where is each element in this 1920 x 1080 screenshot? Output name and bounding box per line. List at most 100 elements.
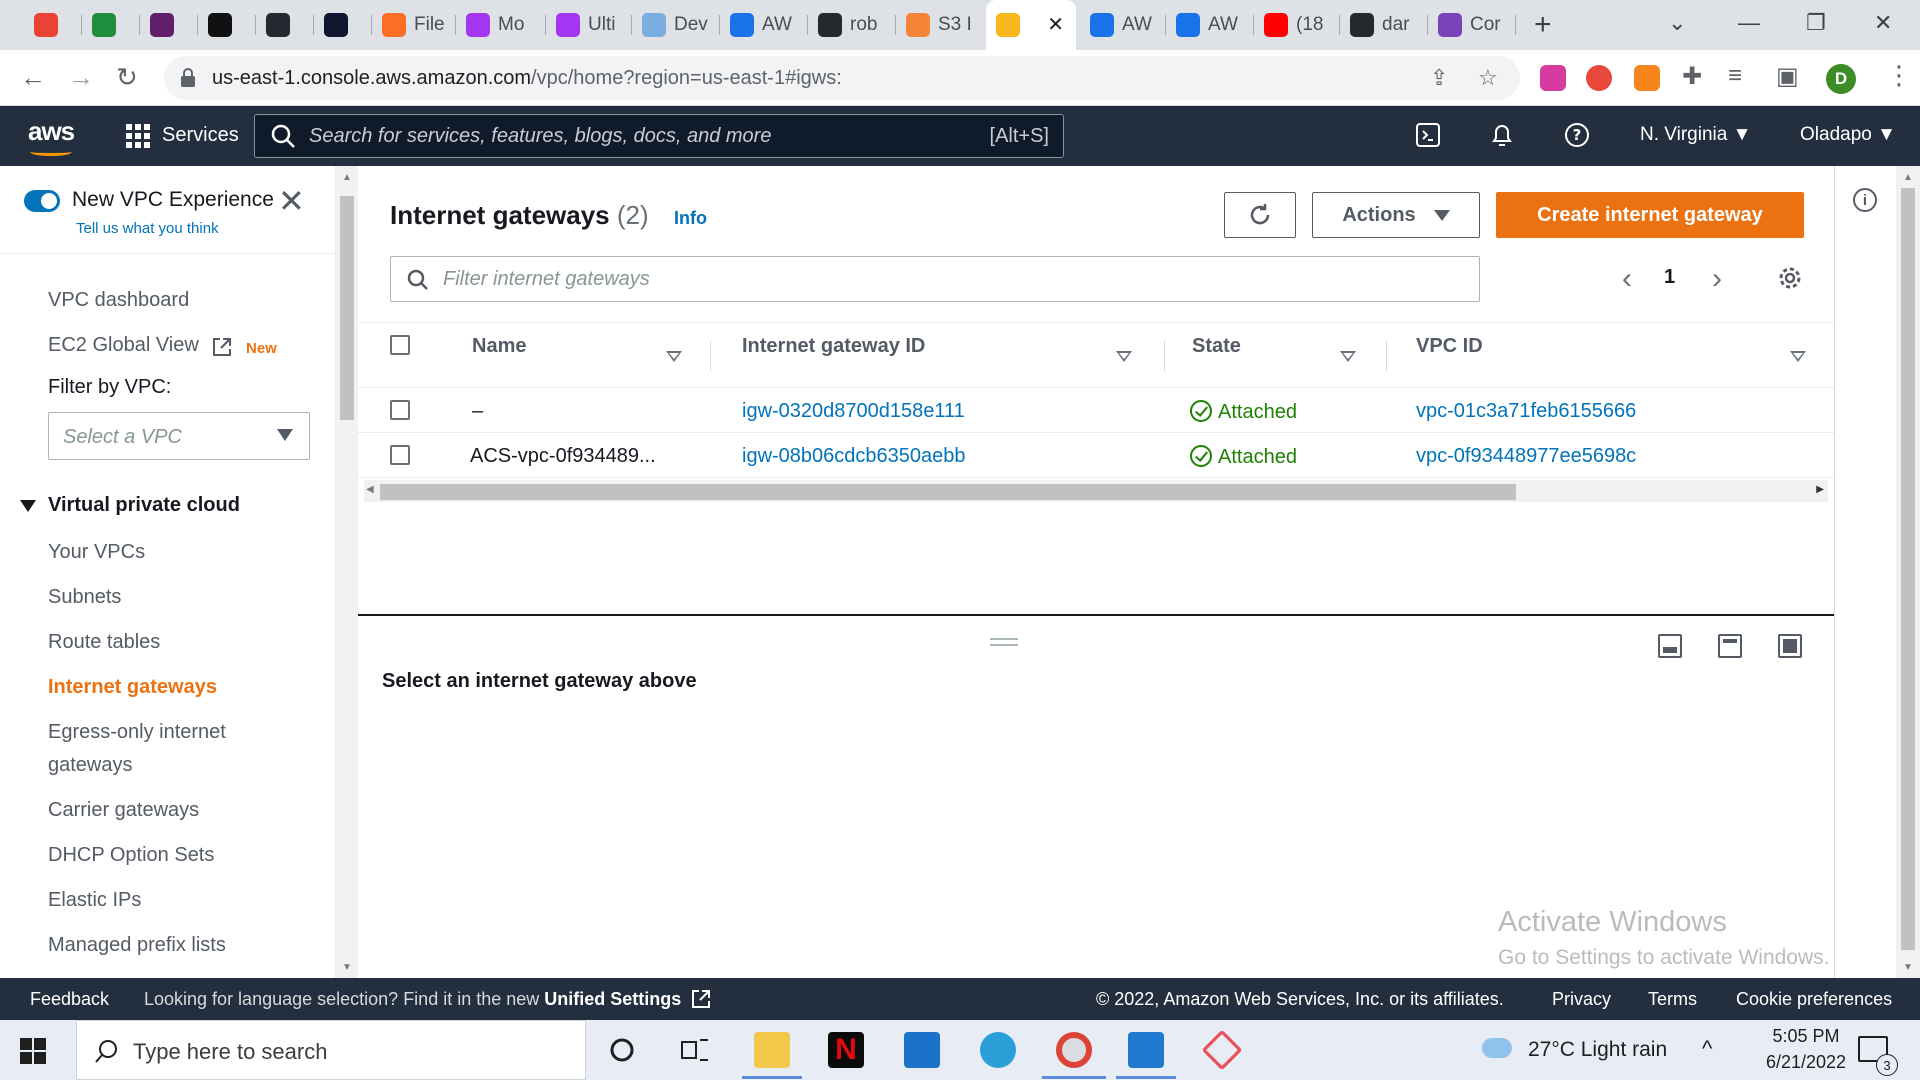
clock-time[interactable]: 5:05 PM xyxy=(1756,1026,1856,1047)
extension-icon-1[interactable] xyxy=(1540,65,1566,91)
cell-internet-gateway-id-link[interactable]: igw-0320d8700d158e111 xyxy=(742,400,965,423)
feedback-button[interactable]: Feedback xyxy=(30,989,109,1010)
column-header-internet-gateway-id[interactable]: Internet gateway ID xyxy=(742,335,925,358)
info-icon[interactable]: i xyxy=(1853,188,1877,212)
actions-button[interactable]: Actions xyxy=(1312,192,1480,238)
sort-caret-icon[interactable] xyxy=(1790,351,1806,362)
nav-vpc-dashboard[interactable]: VPC dashboard xyxy=(48,284,189,317)
cookie-preferences-link[interactable]: Cookie preferences xyxy=(1736,989,1892,1010)
column-header-name[interactable]: Name xyxy=(472,335,526,358)
row-checkbox[interactable] xyxy=(390,400,410,420)
browser-tab[interactable]: Dev xyxy=(632,0,720,50)
nav-carrier-gateways[interactable]: Carrier gateways xyxy=(48,794,199,827)
cell-vpc-id-link[interactable]: vpc-01c3a71feb6155666 xyxy=(1416,400,1636,423)
close-tab-icon[interactable]: ✕ xyxy=(1047,12,1064,37)
profile-avatar[interactable]: D xyxy=(1826,64,1856,94)
reload-icon[interactable]: ↻ xyxy=(116,62,138,93)
scroll-right-arrow-icon[interactable]: ▶ xyxy=(1816,484,1824,495)
nav-route-tables[interactable]: Route tables xyxy=(48,626,160,659)
metamask-icon[interactable] xyxy=(1634,65,1660,91)
close-navigation-icon[interactable]: ✕ xyxy=(278,182,305,220)
mail-icon[interactable] xyxy=(904,1032,940,1068)
browser-tab[interactable]: ✕ xyxy=(986,0,1076,50)
reading-list-icon[interactable]: ≡ xyxy=(1728,62,1742,90)
column-resizer[interactable] xyxy=(1386,341,1387,371)
column-resizer[interactable] xyxy=(710,341,711,371)
split-side-icon[interactable] xyxy=(1718,634,1742,658)
split-bottom-icon[interactable] xyxy=(1658,634,1682,658)
scroll-down-arrow-icon[interactable]: ▼ xyxy=(1903,962,1913,973)
sort-caret-icon[interactable] xyxy=(1116,351,1132,362)
app-diamond-icon[interactable] xyxy=(1201,1029,1243,1071)
account-menu[interactable]: Oladapo ▼ xyxy=(1800,124,1896,146)
gear-icon[interactable] xyxy=(1776,264,1804,292)
table-row[interactable]: – igw-0320d8700d158e111 Attached vpc-01c… xyxy=(358,388,1834,433)
scroll-up-arrow-icon[interactable]: ▲ xyxy=(342,172,352,183)
browser-tab[interactable] xyxy=(314,0,372,50)
feedback-link[interactable]: Tell us what you think xyxy=(76,220,219,237)
refresh-button[interactable] xyxy=(1224,192,1296,238)
previous-page-chevron-icon[interactable]: ‹ xyxy=(1622,262,1632,296)
services-menu[interactable]: Services xyxy=(162,124,239,147)
services-grid-icon[interactable] xyxy=(126,124,150,148)
nav-managed-prefix-lists[interactable]: Managed prefix lists xyxy=(48,929,226,962)
split-panel-resize-handle[interactable] xyxy=(990,638,1018,646)
browser-tab[interactable]: Cor xyxy=(1428,0,1516,50)
browser-tab[interactable] xyxy=(24,0,82,50)
browser-tab[interactable]: AW xyxy=(1166,0,1254,50)
table-row[interactable]: ACS-vpc-0f934489... igw-08b06cdcb6350aeb… xyxy=(358,433,1834,478)
filter-input[interactable]: Filter internet gateways xyxy=(390,256,1480,302)
extensions-puzzle-icon[interactable]: ✚ xyxy=(1682,62,1702,91)
minimize-window-button[interactable]: — xyxy=(1738,10,1760,36)
nav-dhcp-option-sets[interactable]: DHCP Option Sets xyxy=(48,839,214,872)
new-vpc-experience-toggle[interactable] xyxy=(24,190,60,212)
browser-tab[interactable]: Ulti xyxy=(546,0,632,50)
select-all-checkbox[interactable] xyxy=(390,335,410,355)
file-explorer-icon[interactable] xyxy=(754,1032,790,1068)
privacy-link[interactable]: Privacy xyxy=(1552,989,1611,1010)
nav-elastic-ips[interactable]: Elastic IPs xyxy=(48,884,141,917)
vscode-icon[interactable] xyxy=(1128,1032,1164,1068)
nav-ec2-global-view[interactable]: EC2 Global View xyxy=(48,329,199,362)
cell-internet-gateway-id-link[interactable]: igw-08b06cdcb6350aebb xyxy=(742,445,966,468)
show-hidden-icons-chevron-icon[interactable]: ^ xyxy=(1702,1036,1712,1062)
extension-icon-2[interactable] xyxy=(1586,65,1612,91)
browser-tab[interactable]: AW xyxy=(1080,0,1166,50)
scroll-up-arrow-icon[interactable]: ▲ xyxy=(1903,172,1913,183)
create-internet-gateway-button[interactable]: Create internet gateway xyxy=(1496,192,1804,238)
nav-subnets[interactable]: Subnets xyxy=(48,581,121,614)
address-bar[interactable]: us-east-1.console.aws.amazon.com/vpc/hom… xyxy=(164,56,1520,100)
browser-tab[interactable]: Mo xyxy=(456,0,546,50)
table-horizontal-scrollbar[interactable]: ◀ ▶ xyxy=(364,480,1828,502)
split-full-icon[interactable] xyxy=(1778,634,1802,658)
weather-text[interactable]: 27°C Light rain xyxy=(1528,1038,1667,1062)
scroll-down-arrow-icon[interactable]: ▼ xyxy=(342,962,352,973)
sidenav-scrollbar[interactable]: ▲ ▼ xyxy=(336,166,358,978)
next-page-chevron-icon[interactable]: › xyxy=(1712,262,1722,296)
bookmark-star-icon[interactable]: ☆ xyxy=(1478,65,1498,91)
column-header-state[interactable]: State xyxy=(1192,335,1241,358)
task-view-icon[interactable] xyxy=(680,1036,710,1064)
sort-caret-icon[interactable] xyxy=(666,351,682,362)
column-resizer[interactable] xyxy=(1164,341,1165,371)
sort-caret-icon[interactable] xyxy=(1340,351,1356,362)
back-arrow-icon[interactable]: ← xyxy=(20,62,46,93)
browser-tab[interactable] xyxy=(140,0,198,50)
cloudshell-icon[interactable] xyxy=(1414,120,1442,150)
restore-window-button[interactable]: ❐ xyxy=(1806,10,1826,36)
browser-tab[interactable]: dar xyxy=(1340,0,1428,50)
browser-menu-icon[interactable]: ⋮ xyxy=(1886,60,1912,91)
browser-tab[interactable]: (18 xyxy=(1254,0,1340,50)
browser-tab[interactable] xyxy=(82,0,140,50)
vpc-filter-select[interactable]: Select a VPC xyxy=(48,412,310,460)
row-checkbox[interactable] xyxy=(390,445,410,465)
netflix-icon[interactable]: N xyxy=(828,1032,864,1068)
nav-egress-only-internet-gateways-line2[interactable]: gateways xyxy=(48,749,133,782)
cortana-circle-icon[interactable] xyxy=(608,1036,636,1064)
forward-arrow-icon[interactable]: → xyxy=(68,62,94,93)
share-icon[interactable]: ⇪ xyxy=(1430,65,1448,91)
help-icon[interactable]: ? xyxy=(1562,120,1592,150)
info-link[interactable]: Info xyxy=(674,208,707,229)
tab-search-chevron-icon[interactable]: ⌄ xyxy=(1668,10,1686,36)
clock-date[interactable]: 6/21/2022 xyxy=(1746,1052,1866,1073)
